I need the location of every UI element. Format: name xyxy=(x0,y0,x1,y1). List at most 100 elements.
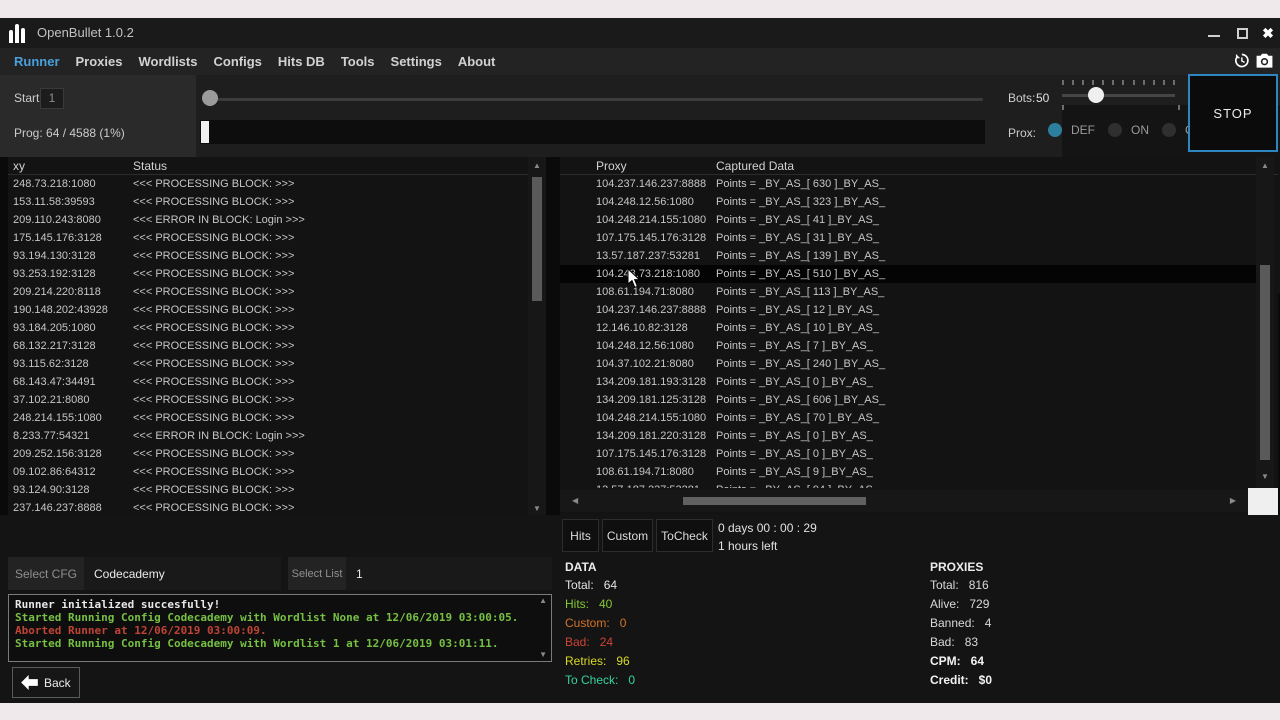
hit-row[interactable]: 104.248.214.155:1080Points = _BY_AS_[ 41… xyxy=(560,211,1256,229)
tab-tocheck[interactable]: ToCheck xyxy=(656,519,713,552)
menu-item-tools[interactable]: Tools xyxy=(341,54,375,69)
bot-row[interactable]: 93.194.130:3128<<< PROCESSING BLOCK: >>> xyxy=(8,247,528,265)
bot-row[interactable]: 209.214.220:8118<<< PROCESSING BLOCK: >>… xyxy=(8,283,528,301)
hit-proxy-cell: 104.248.12.56:1080 xyxy=(596,340,694,352)
hit-proxy-cell: 12.146.10.82:3128 xyxy=(596,322,688,334)
hits-rows: 104.237.146.237:8888Points = _BY_AS_[ 63… xyxy=(560,175,1256,488)
hit-row[interactable]: 13.57.187.237:53281Points = _BY_AS_[ 94 … xyxy=(560,481,1256,488)
start-slider-thumb[interactable] xyxy=(202,90,218,106)
hit-row[interactable]: 108.61.194.71:8080Points = _BY_AS_[ 113 … xyxy=(560,283,1256,301)
menu-item-proxies[interactable]: Proxies xyxy=(76,54,123,69)
minimize-button[interactable] xyxy=(1202,18,1226,48)
scroll-right-icon[interactable]: ▶ xyxy=(1230,497,1236,505)
start-slider[interactable] xyxy=(205,98,983,101)
bot-row[interactable]: 209.110.243:8080<<< ERROR IN BLOCK: Logi… xyxy=(8,211,528,229)
menu-item-configs[interactable]: Configs xyxy=(213,54,261,69)
proxy-mode-radio-off[interactable] xyxy=(1162,123,1176,137)
scroll-thumb[interactable] xyxy=(683,497,866,505)
tick-mark xyxy=(1178,105,1180,110)
hit-status-cell: Points = _BY_AS_[ 70 ]_BY_AS_ xyxy=(716,412,879,424)
select-cfg-button[interactable]: Select CFG xyxy=(8,557,84,590)
bot-row[interactable]: 190.148.202:43928<<< PROCESSING BLOCK: >… xyxy=(8,301,528,319)
data-stat-row: Hits:40 xyxy=(565,597,635,616)
bot-row[interactable]: 175.145.176:3128<<< PROCESSING BLOCK: >>… xyxy=(8,229,528,247)
bot-row[interactable]: 153.11.58:39593<<< PROCESSING BLOCK: >>> xyxy=(8,193,528,211)
scroll-down-icon[interactable]: ▼ xyxy=(1261,473,1269,481)
hit-row[interactable]: 104.237.146.237:8888Points = _BY_AS_[ 63… xyxy=(560,175,1256,193)
screenshot-camera-icon[interactable] xyxy=(1255,52,1274,69)
scroll-left-icon[interactable]: ◀ xyxy=(572,497,578,505)
bot-row[interactable]: 93.184.205:1080<<< PROCESSING BLOCK: >>> xyxy=(8,319,528,337)
hit-status-cell: Points = _BY_AS_[ 94 ]_BY_AS_ xyxy=(716,484,879,488)
menu-item-settings[interactable]: Settings xyxy=(391,54,442,69)
hit-row[interactable]: 104.248.12.56:1080Points = _BY_AS_[ 323 … xyxy=(560,193,1256,211)
menu-item-hits-db[interactable]: Hits DB xyxy=(278,54,325,69)
history-icon[interactable] xyxy=(1233,52,1250,69)
proxy-stat-value: 4 xyxy=(985,616,992,630)
hit-row[interactable]: 108.61.194.71:8080Points = _BY_AS_[ 9 ]_… xyxy=(560,463,1256,481)
bots-slider[interactable] xyxy=(1062,78,1175,114)
scroll-down-icon[interactable]: ▼ xyxy=(539,651,547,659)
back-button[interactable]: Back xyxy=(12,667,80,698)
start-input[interactable]: 1 xyxy=(40,88,64,109)
hit-row[interactable]: 104.37.102.21:8080Points = _BY_AS_[ 240 … xyxy=(560,355,1256,373)
bot-row[interactable]: 209.252.156:3128<<< PROCESSING BLOCK: >>… xyxy=(8,445,528,463)
bot-row[interactable]: 68.143.47:34491<<< PROCESSING BLOCK: >>> xyxy=(8,373,528,391)
scroll-thumb[interactable] xyxy=(1260,265,1270,460)
scroll-down-icon[interactable]: ▼ xyxy=(533,505,541,513)
tab-hits[interactable]: Hits xyxy=(562,519,599,552)
maximize-button[interactable] xyxy=(1230,18,1254,48)
hit-status-cell: Points = _BY_AS_[ 323 ]_BY_AS_ xyxy=(716,196,885,208)
bot-status-cell: <<< PROCESSING BLOCK: >>> xyxy=(133,358,294,370)
bot-row[interactable]: 93.253.192:3128<<< PROCESSING BLOCK: >>> xyxy=(8,265,528,283)
tab-custom[interactable]: Custom xyxy=(602,519,653,552)
hit-row[interactable]: 134.209.181.220:3128Points = _BY_AS_[ 0 … xyxy=(560,427,1256,445)
scroll-up-icon[interactable]: ▲ xyxy=(533,162,541,170)
scrollbar-corner xyxy=(1248,488,1278,515)
hit-row[interactable]: 13.57.187.237:53281Points = _BY_AS_[ 139… xyxy=(560,247,1256,265)
proxy-mode-radio-on[interactable] xyxy=(1108,123,1122,137)
hit-proxy-cell: 108.61.194.71:8080 xyxy=(596,466,694,478)
bot-row[interactable]: 93.124.90:3128<<< PROCESSING BLOCK: >>> xyxy=(8,481,528,499)
data-stat-value: 40 xyxy=(599,597,612,611)
log-console[interactable]: ▲ ▼ Runner initialized succesfully!Start… xyxy=(8,594,552,662)
close-button[interactable]: ✖ xyxy=(1256,18,1280,48)
bot-row[interactable]: 37.102.21:8080<<< PROCESSING BLOCK: >>> xyxy=(8,391,528,409)
back-arrow-icon xyxy=(21,675,38,690)
select-list-button[interactable]: Select List xyxy=(288,557,346,590)
stop-button[interactable]: STOP xyxy=(1188,74,1278,152)
menu-item-wordlists[interactable]: Wordlists xyxy=(138,54,197,69)
bot-status-cell: <<< PROCESSING BLOCK: >>> xyxy=(133,394,294,406)
hit-row[interactable]: 104.237.146.237:8888Points = _BY_AS_[ 12… xyxy=(560,301,1256,319)
hit-row[interactable]: 107.175.145.176:3128Points = _BY_AS_[ 31… xyxy=(560,229,1256,247)
hit-row[interactable]: 104.248.12.56:1080Points = _BY_AS_[ 7 ]_… xyxy=(560,337,1256,355)
proxy-mode-radio-def[interactable] xyxy=(1048,123,1062,137)
bot-proxy-cell: 190.148.202:43928 xyxy=(13,304,108,316)
hit-row[interactable]: 107.175.145.176:3128Points = _BY_AS_[ 0 … xyxy=(560,445,1256,463)
bot-vertical-scrollbar[interactable]: ▲ ▼ xyxy=(528,157,546,528)
bot-row[interactable]: 09.102.86:64312<<< PROCESSING BLOCK: >>> xyxy=(8,463,528,481)
bot-row[interactable]: 248.214.155:1080<<< PROCESSING BLOCK: >>… xyxy=(8,409,528,427)
bots-slider-thumb[interactable] xyxy=(1088,87,1104,103)
hits-horizontal-scrollbar[interactable]: ◀ ▶ xyxy=(560,490,1248,512)
scroll-up-icon[interactable]: ▲ xyxy=(539,597,547,605)
hit-row[interactable]: 134.209.181.125:3128Points = _BY_AS_[ 60… xyxy=(560,391,1256,409)
hits-vertical-scrollbar[interactable]: ▲ ▼ xyxy=(1256,157,1274,488)
hit-row[interactable]: 104.248.214.155:1080Points = _BY_AS_[ 70… xyxy=(560,409,1256,427)
hit-row[interactable]: 134.209.181.193:3128Points = _BY_AS_[ 0 … xyxy=(560,373,1256,391)
bot-status-panel: xy Status 248.73.218:1080<<< PROCESSING … xyxy=(8,157,546,548)
bot-row[interactable]: 248.73.218:1080<<< PROCESSING BLOCK: >>> xyxy=(8,175,528,193)
bot-status-cell: <<< PROCESSING BLOCK: >>> xyxy=(133,178,294,190)
hit-row[interactable]: 104.248.73.218:1080Points = _BY_AS_[ 510… xyxy=(560,265,1256,283)
menu-item-runner[interactable]: Runner xyxy=(14,54,60,69)
menu-item-about[interactable]: About xyxy=(458,54,496,69)
bot-row[interactable]: 8.233.77:54321<<< ERROR IN BLOCK: Login … xyxy=(8,427,528,445)
hit-row[interactable]: 12.146.10.82:3128Points = _BY_AS_[ 10 ]_… xyxy=(560,319,1256,337)
bot-row[interactable]: 93.115.62:3128<<< PROCESSING BLOCK: >>> xyxy=(8,355,528,373)
tick-mark xyxy=(1143,80,1145,85)
scroll-up-icon[interactable]: ▲ xyxy=(1261,162,1269,170)
bot-status-cell: <<< PROCESSING BLOCK: >>> xyxy=(133,322,294,334)
scroll-thumb[interactable] xyxy=(532,177,542,301)
bot-status-cell: <<< PROCESSING BLOCK: >>> xyxy=(133,466,294,478)
bot-row[interactable]: 68.132.217:3128<<< PROCESSING BLOCK: >>> xyxy=(8,337,528,355)
